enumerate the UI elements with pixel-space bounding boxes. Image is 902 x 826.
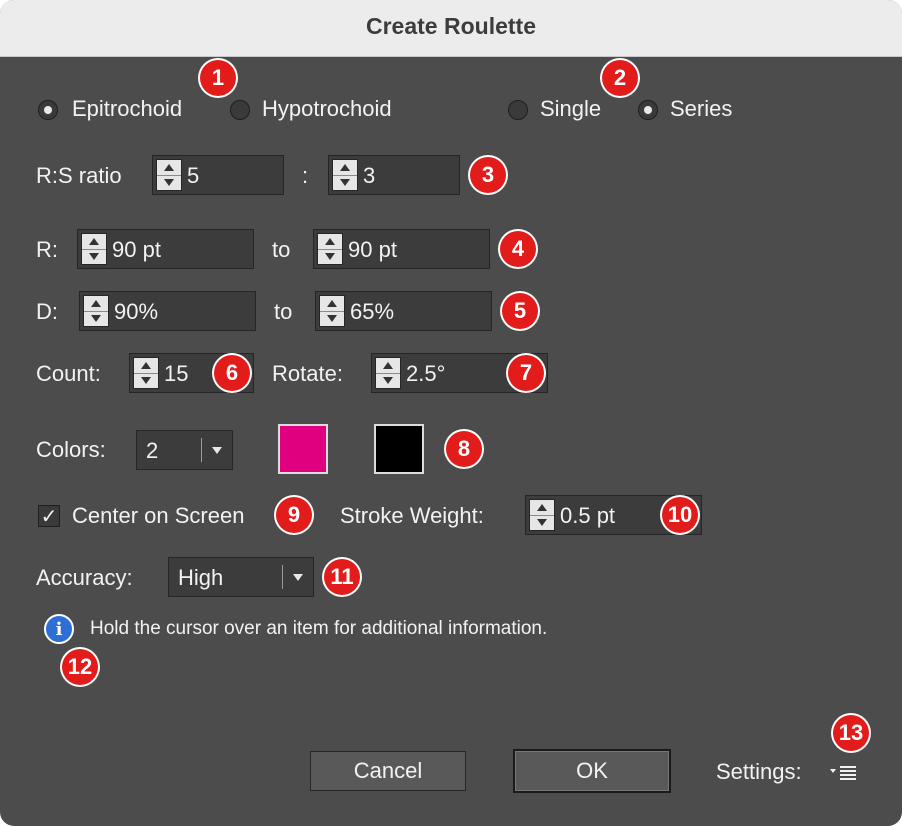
callout-10: 10 [662, 497, 698, 533]
ok-button[interactable]: OK [513, 749, 671, 793]
dropdown-arrow-icon [293, 574, 303, 581]
step-down-icon[interactable] [84, 311, 108, 326]
d-label: D: [36, 299, 58, 324]
callout-12: 12 [62, 649, 98, 685]
colors-count-select[interactable]: 2 [136, 430, 233, 470]
callout-3: 3 [470, 157, 506, 193]
hypotrochoid-radio[interactable] [230, 100, 250, 120]
r-to-label: to [272, 237, 291, 262]
d-from-value[interactable]: 90% [114, 299, 158, 325]
r-from-value[interactable]: 90 pt [112, 237, 161, 263]
rotate-stepper[interactable] [375, 357, 401, 389]
title-bar: Create Roulette [0, 0, 902, 57]
count-label: Count: [36, 361, 101, 386]
callout-11: 11 [324, 559, 360, 595]
step-down-icon[interactable] [320, 311, 344, 326]
callout-6: 6 [214, 355, 250, 391]
r-from-stepper[interactable] [81, 233, 107, 265]
callout-9: 9 [276, 497, 312, 533]
d-from-field[interactable]: 90% [79, 291, 256, 331]
step-down-icon[interactable] [134, 373, 158, 388]
step-up-icon[interactable] [157, 160, 181, 176]
r-to-field[interactable]: 90 pt [313, 229, 490, 269]
accuracy-select[interactable]: High [168, 557, 314, 597]
center-on-screen-checkbox[interactable]: ✓ [38, 505, 60, 528]
settings-menu-icon[interactable] [828, 762, 858, 782]
step-down-icon[interactable] [82, 249, 106, 264]
colors-count-value: 2 [146, 438, 159, 463]
ratio-s-value[interactable]: 3 [363, 163, 375, 189]
ratio-s-field[interactable]: 3 [328, 155, 460, 195]
ratio-r-field[interactable]: 5 [152, 155, 284, 195]
step-up-icon[interactable] [134, 358, 158, 374]
callout-8: 8 [446, 431, 482, 467]
settings-label: Settings: [716, 759, 802, 784]
ratio-separator: : [302, 163, 309, 188]
count-value[interactable]: 15 [164, 361, 188, 387]
rotate-label: Rotate: [272, 361, 343, 386]
ratio-r-value[interactable]: 5 [187, 163, 199, 189]
count-stepper[interactable] [133, 357, 159, 389]
series-radio[interactable] [638, 100, 658, 120]
step-up-icon[interactable] [333, 160, 357, 176]
epitrochoid-radio[interactable] [38, 100, 58, 120]
callout-7: 7 [508, 355, 544, 391]
d-to-stepper[interactable] [319, 295, 345, 327]
stroke-weight-stepper[interactable] [529, 499, 555, 531]
r-to-value[interactable]: 90 pt [348, 237, 397, 263]
step-up-icon[interactable] [84, 296, 108, 312]
accuracy-value: High [178, 565, 224, 590]
step-up-icon[interactable] [376, 358, 400, 374]
callout-13: 13 [833, 715, 869, 751]
info-text: Hold the cursor over an item for additio… [90, 618, 548, 639]
dialog-title: Create Roulette [366, 13, 536, 39]
dropdown-arrow-icon [212, 447, 222, 454]
info-icon: i [44, 614, 74, 644]
color-swatch-1[interactable] [278, 424, 328, 474]
single-label[interactable]: Single [540, 96, 601, 122]
step-up-icon[interactable] [320, 296, 344, 312]
callout-1: 1 [200, 60, 236, 96]
step-up-icon[interactable] [82, 234, 106, 250]
step-down-icon[interactable] [333, 175, 357, 190]
r-to-stepper[interactable] [317, 233, 343, 265]
ratio-label: R:S ratio [36, 163, 122, 188]
step-down-icon[interactable] [157, 175, 181, 190]
callout-4: 4 [500, 231, 536, 267]
color-swatch-2[interactable] [374, 424, 424, 474]
hypotrochoid-label[interactable]: Hypotrochoid [262, 96, 392, 122]
step-down-icon[interactable] [530, 515, 554, 530]
d-to-value[interactable]: 65% [350, 299, 394, 325]
step-up-icon[interactable] [530, 500, 554, 516]
step-down-icon[interactable] [318, 249, 342, 264]
d-to-label: to [274, 299, 293, 324]
d-to-field[interactable]: 65% [315, 291, 492, 331]
create-roulette-dialog: Create Roulette Epitrochoid Hypotrochoid… [0, 0, 902, 826]
epitrochoid-label[interactable]: Epitrochoid [72, 96, 182, 122]
stroke-weight-label: Stroke Weight: [340, 503, 484, 528]
step-down-icon[interactable] [376, 373, 400, 388]
ratio-r-stepper[interactable] [156, 159, 182, 191]
stroke-weight-value[interactable]: 0.5 pt [560, 503, 615, 529]
rotate-value[interactable]: 2.5° [406, 361, 445, 387]
callout-5: 5 [502, 293, 538, 329]
step-up-icon[interactable] [318, 234, 342, 250]
r-label: R: [36, 237, 58, 262]
series-label[interactable]: Series [670, 96, 732, 122]
cancel-button[interactable]: Cancel [310, 751, 466, 791]
ratio-s-stepper[interactable] [332, 159, 358, 191]
r-from-field[interactable]: 90 pt [77, 229, 254, 269]
callout-2: 2 [602, 60, 638, 96]
d-from-stepper[interactable] [83, 295, 109, 327]
single-radio[interactable] [508, 100, 528, 120]
colors-label: Colors: [36, 437, 106, 462]
accuracy-label: Accuracy: [36, 565, 133, 590]
center-on-screen-label[interactable]: Center on Screen [72, 503, 244, 529]
